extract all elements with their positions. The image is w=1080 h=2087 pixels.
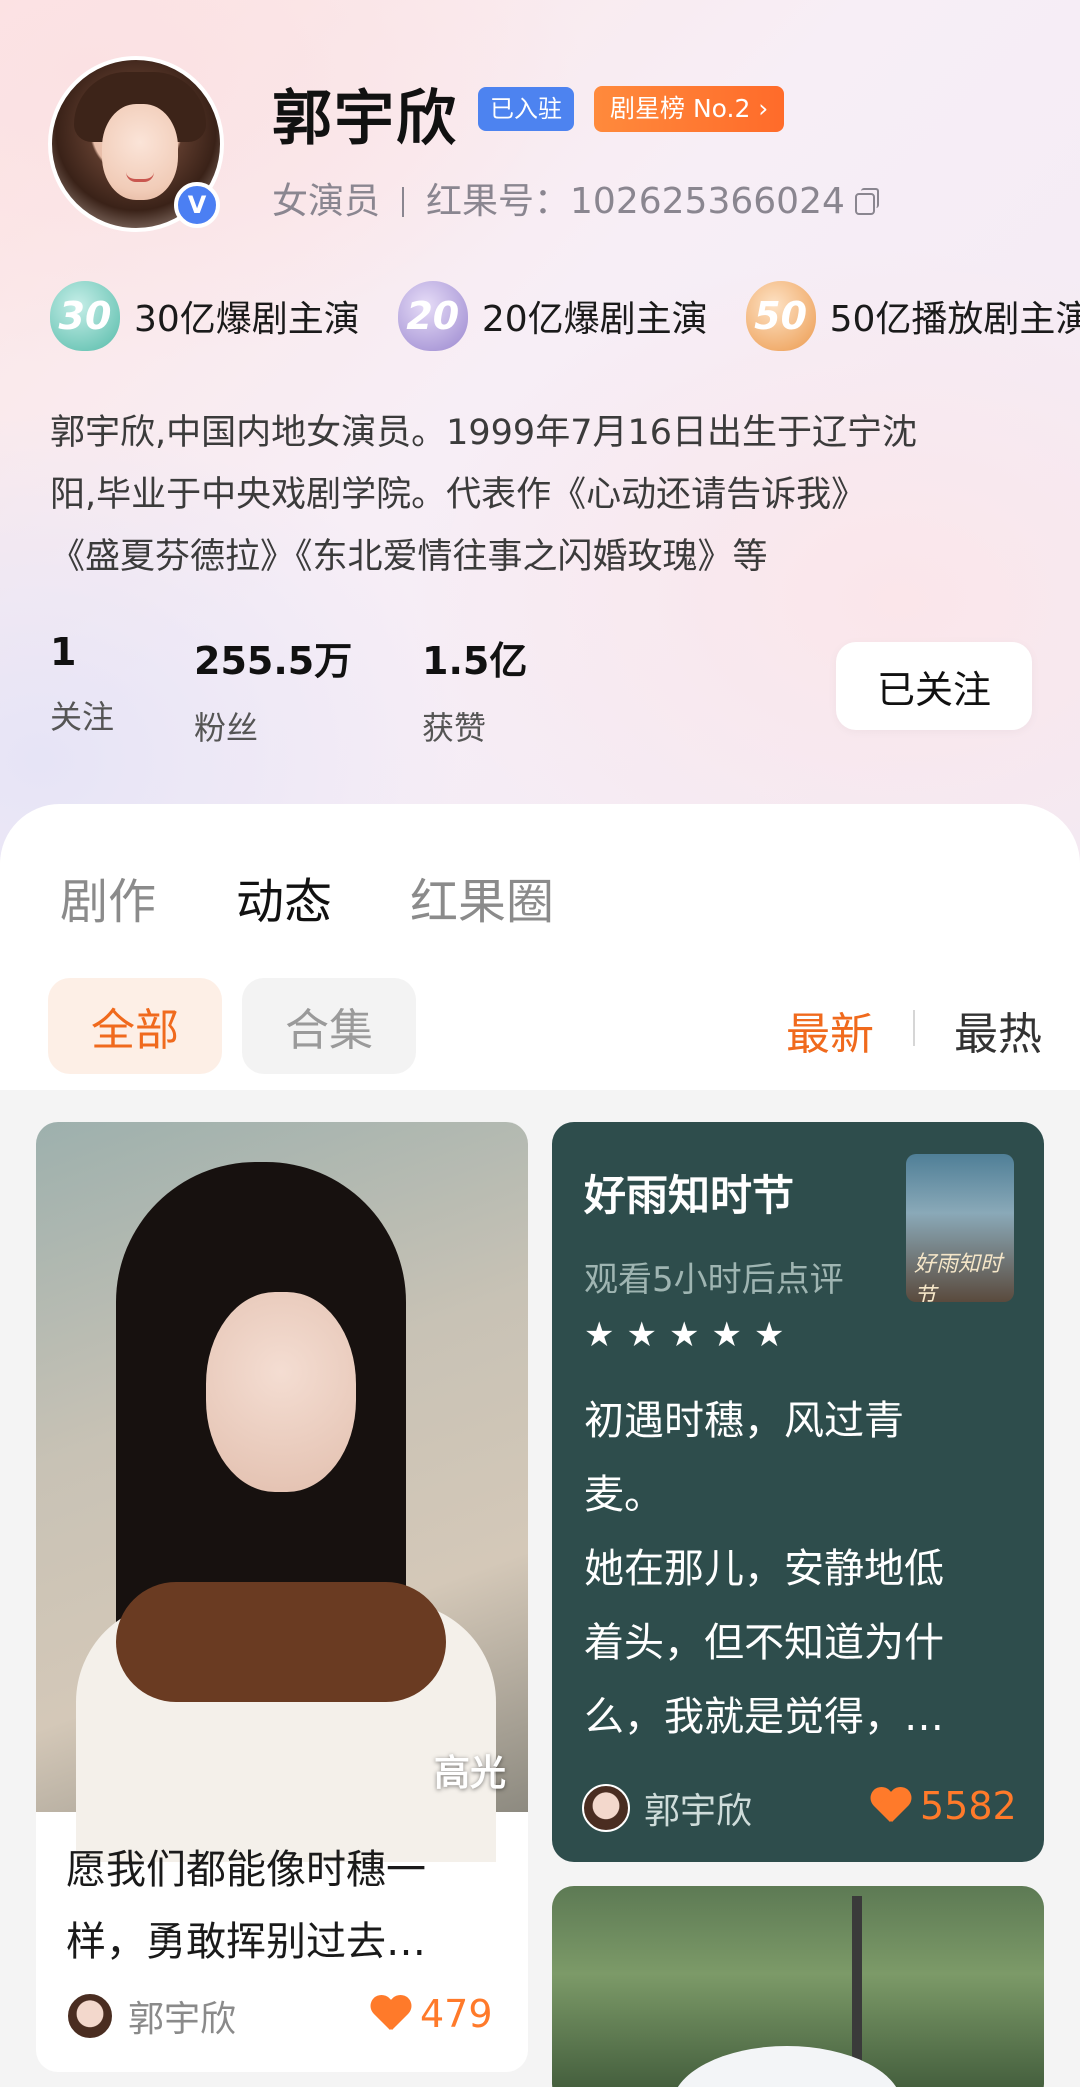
card-thumbnail — [672, 2046, 902, 2087]
like-count[interactable]: 5582 — [870, 1784, 1017, 1828]
stat-number: 255.5万 — [194, 639, 353, 683]
star-icon: ★ — [584, 1315, 615, 1355]
stat-fans[interactable]: 255.5万 粉丝 — [194, 630, 352, 749]
like-count[interactable]: 479 — [370, 1992, 493, 2036]
card-title-line: 样，勇敢挥别过去… — [66, 1919, 426, 1965]
divider — [402, 187, 405, 217]
bio-line: 阳,毕业于中央戏剧学院。代表作《心动还请告诉我》 — [50, 475, 867, 515]
stat-label: 获赞 — [422, 709, 487, 747]
sort-newest[interactable]: 最新 — [786, 998, 874, 1062]
heart-icon — [870, 1788, 910, 1824]
card-thumbnail — [36, 1122, 528, 1862]
stat-following[interactable]: 1 关注 — [50, 630, 114, 738]
tab-feed[interactable]: 动态 — [236, 862, 332, 932]
copy-icon[interactable] — [854, 188, 879, 215]
award-20-icon: 20 — [397, 281, 468, 351]
profile-role: 女演员 — [272, 181, 381, 222]
heart-icon — [370, 1996, 410, 2032]
card-author[interactable]: 郭宇欣 — [66, 1990, 236, 2042]
review-line: 么，我就是觉得，… — [584, 1694, 944, 1740]
author-name: 郭宇欣 — [644, 1791, 753, 1832]
review-line: 麦。 — [584, 1472, 664, 1518]
honor-badge[interactable]: 20 20亿爆剧主演 — [397, 278, 708, 354]
award-50-icon: 50 — [745, 281, 816, 351]
bio-line: 郭宇欣,中国内地女演员。1999年7月16日出生于辽宁沈 — [50, 413, 918, 453]
honor-badge-label: 30亿爆剧主演 — [134, 299, 360, 340]
feed-card-partial[interactable] — [552, 1886, 1044, 2087]
author-name: 郭宇欣 — [128, 1999, 237, 2040]
review-line: 初遇时穗，风过青 — [584, 1398, 904, 1444]
drama-title: 好雨知时节 — [584, 1171, 795, 1220]
follow-button[interactable]: 已关注 — [836, 642, 1032, 730]
star-icon: ★ — [668, 1315, 700, 1355]
highlight-tag: 高光 — [433, 1753, 506, 1794]
star-icon: ★ — [711, 1315, 742, 1355]
review-text: 初遇时穗，风过青 麦。 她在那儿，安静地低 着头，但不知道为什 么，我就是觉得，… — [584, 1384, 1014, 1754]
award-30-icon: 30 — [50, 281, 120, 351]
profile-name: 郭宇欣 — [272, 84, 458, 154]
tab-works[interactable]: 剧作 — [60, 862, 156, 932]
card-title-line: 愿我们都能像时穗一 — [66, 1847, 426, 1893]
poster-title: 好雨知时节 — [914, 1252, 1003, 1302]
review-line: 她在那儿，安静地低 — [584, 1546, 944, 1592]
feed-card-video[interactable]: 高光 愿我们都能像时穗一 样，勇敢挥别过去… 郭宇欣 479 — [36, 1122, 528, 2072]
star-icon: ★ — [626, 1315, 657, 1355]
id-value: 102625366024 — [570, 181, 845, 222]
star-icon: ★ — [753, 1315, 785, 1355]
like-number: 5582 — [920, 1784, 1017, 1828]
honor-badge-label: 20亿爆剧主演 — [481, 299, 708, 340]
verified-icon: V — [174, 182, 220, 228]
rank-badge[interactable]: 剧星榜 No.2 › — [594, 86, 785, 132]
like-number: 479 — [420, 1992, 493, 2036]
drama-poster[interactable]: 好雨知时节 — [906, 1154, 1014, 1302]
profile-bio[interactable]: 郭宇欣,中国内地女演员。1999年7月16日出生于辽宁沈 阳,毕业于中央戏剧学院… — [50, 402, 1040, 588]
tab-circle[interactable]: 红果圈 — [410, 862, 554, 932]
card-author[interactable]: 郭宇欣 — [582, 1782, 752, 1834]
bio-line: 《盛夏芬德拉》《东北爱情往事之闪婚玫瑰》等 — [50, 537, 768, 577]
sort-divider — [913, 1010, 915, 1046]
filter-collection-chip[interactable]: 合集 — [242, 978, 416, 1074]
rating-stars: ★ ★ ★ ★ ★ — [584, 1318, 784, 1352]
joined-badge: 已入驻 — [478, 87, 574, 131]
card-title: 愿我们都能像时穗一 样，勇敢挥别过去… — [66, 1834, 506, 1978]
filter-all-chip[interactable]: 全部 — [48, 978, 222, 1074]
profile-subline: 女演员 红果号：102625366024 — [272, 172, 879, 224]
feed-card-review[interactable]: 好雨知时节 观看5小时后点评 好雨知时节 ★ ★ ★ ★ ★ 初遇时穗，风过青 … — [552, 1122, 1044, 1862]
stat-label: 粉丝 — [194, 709, 259, 747]
honor-badge-label: 50亿播放剧主演 — [829, 299, 1080, 340]
honor-badge[interactable]: 30 30亿爆剧主演 — [50, 278, 360, 354]
stat-likes[interactable]: 1.5亿 获赞 — [422, 630, 527, 749]
author-avatar — [66, 1992, 114, 2040]
stat-label: 关注 — [50, 698, 115, 736]
honor-badges: 30 30亿爆剧主演 20 20亿爆剧主演 50 50亿播放剧主演 — [50, 278, 1080, 354]
review-line: 着头，但不知道为什 — [584, 1620, 944, 1666]
sort-hottest[interactable]: 最热 — [954, 998, 1042, 1062]
honor-badge[interactable]: 50 50亿播放剧主演 — [745, 278, 1080, 354]
review-meta: 观看5小时后点评 — [584, 1260, 844, 1300]
stat-number: 1 — [50, 630, 77, 674]
author-avatar — [582, 1784, 630, 1832]
stat-number: 1.5亿 — [422, 639, 528, 683]
id-label: 红果号： — [426, 181, 571, 222]
